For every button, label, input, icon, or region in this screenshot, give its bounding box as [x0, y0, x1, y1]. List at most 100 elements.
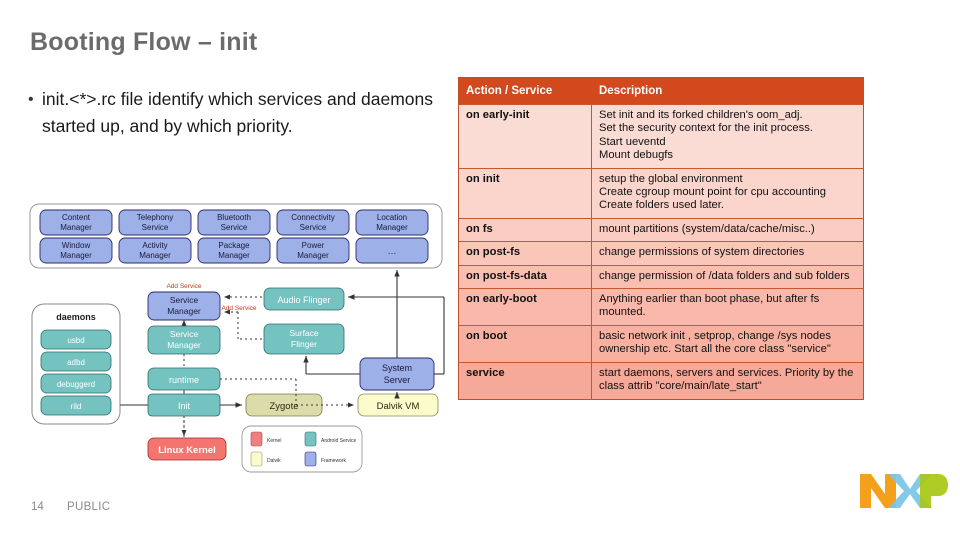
description-line: start daemons, servers and services. Pri… [599, 366, 854, 393]
svg-text:Service: Service [300, 223, 327, 232]
table-row: on early-init Set init and its forked chi… [458, 104, 864, 169]
table-row: on post-fs-data change permission of /dat… [458, 264, 864, 289]
cell-action: on post-fs [458, 241, 592, 266]
bullet-text: init.<*>.rc file identify which services… [42, 89, 434, 136]
svg-text:Power: Power [302, 241, 325, 250]
surface-flinger-node: Surface Flinger [263, 323, 345, 355]
svg-text:Dalvik: Dalvik [267, 458, 281, 464]
description-line: Set the security context for the init pr… [599, 122, 813, 135]
description-line: setup the global environment [599, 172, 743, 185]
table-row: on fs mount partitions (system/data/cache… [458, 217, 864, 242]
page-number: 14 [31, 501, 44, 513]
audio-flinger-node: Audio Flinger [263, 287, 345, 311]
cell-description: setup the global environment Create cgrou… [591, 167, 864, 219]
svg-text:Linux Kernel: Linux Kernel [158, 445, 216, 456]
cell-description: Set init and its forked children's oom_a… [591, 104, 864, 169]
cell-action: on early-init [458, 104, 592, 169]
description-line: change permissions of system directories [599, 246, 805, 259]
svg-text:Service: Service [221, 223, 248, 232]
table-row: on init setup the global environment Creat… [458, 167, 864, 219]
description-line: basic network init , setprop, change /sy… [599, 329, 831, 356]
framework-service-box: Bluetooth Service [197, 209, 271, 236]
cell-action: on boot [458, 324, 592, 363]
description-line: Mount debugfs [599, 149, 674, 162]
runtime-node: runtime [147, 367, 221, 391]
linux-kernel-node: Linux Kernel [147, 437, 227, 461]
daemons-title: daemons [56, 312, 96, 322]
edge-label-add-service-2: Add Service [221, 305, 256, 312]
framework-service-box: Telephony Service [118, 209, 192, 236]
framework-service-box: Location Manager [355, 209, 429, 236]
description-line: Create folders used later. [599, 199, 724, 212]
cell-description: start daemons, servers and services. Pri… [591, 361, 864, 399]
daemon-box: debuggerd [40, 373, 112, 394]
svg-text:Framework: Framework [321, 458, 347, 464]
svg-text:Package: Package [218, 241, 250, 250]
table-row: on early-boot Anything earlier than boot … [458, 288, 864, 326]
cell-description: change permission of /data folders and s… [591, 264, 864, 289]
svg-text:Manager: Manager [60, 223, 92, 232]
svg-text:Flinger: Flinger [291, 339, 317, 349]
framework-service-box: Activity Manager [118, 237, 192, 264]
cell-description: mount partitions (system/data/cache/misc… [591, 217, 864, 242]
svg-text:Android Service: Android Service [321, 438, 357, 444]
svg-text:adbd: adbd [67, 358, 85, 367]
svg-text:Manager: Manager [167, 340, 201, 350]
framework-service-box: Package Manager [197, 237, 271, 264]
svg-text:debuggerd: debuggerd [57, 380, 95, 389]
svg-text:Manager: Manager [376, 223, 408, 232]
svg-text:Manager: Manager [297, 251, 329, 260]
bullet-dot-icon: • [28, 91, 34, 108]
table-row: on boot basic network init , setprop, cha… [458, 324, 864, 363]
svg-text:Bluetooth: Bluetooth [217, 213, 251, 222]
daemon-box: adbd [40, 351, 112, 372]
list-item: • init.<*>.rc file identify which servic… [28, 86, 438, 140]
service-manager-node: Service Manager [147, 291, 221, 321]
svg-text:Kernel: Kernel [267, 438, 281, 444]
dalvik-vm-node: Dalvik VM [357, 393, 439, 417]
svg-text:Activity: Activity [142, 241, 167, 250]
svg-text:usbd: usbd [67, 336, 84, 345]
svg-text:Audio Flinger: Audio Flinger [277, 295, 330, 305]
edge-label-add-service: Add Service [166, 283, 201, 290]
cell-action: on post-fs-data [458, 264, 592, 289]
description-line: Start ueventd [599, 135, 666, 148]
svg-text:Connectivity: Connectivity [291, 213, 335, 222]
description-line: change permission of /data folders and s… [599, 269, 850, 282]
cell-action: service [458, 361, 592, 399]
classification-label: PUBLIC [67, 501, 111, 513]
zygote-node: Zygote [245, 393, 323, 417]
svg-text:Manager: Manager [139, 251, 171, 260]
svg-text:rild: rild [71, 402, 82, 411]
bullet-list: • init.<*>.rc file identify which servic… [28, 86, 438, 140]
framework-service-box: Power Manager [276, 237, 350, 264]
svg-text:…: … [388, 246, 397, 256]
svg-text:Manager: Manager [218, 251, 250, 260]
framework-service-box: Window Manager [39, 237, 113, 264]
service-manager-native-node: Service Manager [147, 325, 221, 355]
svg-text:System: System [382, 363, 412, 373]
framework-service-box: Content Manager [39, 209, 113, 236]
svg-text:Manager: Manager [60, 251, 92, 260]
svg-text:Service: Service [142, 223, 169, 232]
column-header-description: Description [591, 77, 864, 105]
system-server-node: System Server [359, 357, 435, 391]
cell-description: basic network init , setprop, change /sy… [591, 324, 864, 363]
description-line: Create cgroup mount point for cpu accoun… [599, 186, 826, 199]
cell-description: change permissions of system directories [591, 241, 864, 266]
svg-text:Content: Content [62, 213, 91, 222]
svg-text:runtime: runtime [169, 375, 199, 385]
svg-text:Service: Service [170, 329, 199, 339]
description-line: Anything earlier than boot phase, but af… [599, 293, 820, 319]
svg-text:Server: Server [384, 375, 411, 385]
svg-text:Manager: Manager [167, 306, 201, 316]
svg-text:Zygote: Zygote [269, 401, 298, 412]
svg-text:Dalvik VM: Dalvik VM [377, 401, 420, 412]
table-row: on post-fs change permissions of system d… [458, 241, 864, 266]
svg-text:Location: Location [377, 213, 407, 222]
svg-text:Init: Init [178, 401, 191, 411]
description-line: mount partitions (system/data/cache/misc… [599, 222, 815, 235]
page-title: Booting Flow – init [30, 28, 258, 56]
column-header-action: Action / Service [458, 77, 592, 105]
cell-action: on early-boot [458, 288, 592, 326]
